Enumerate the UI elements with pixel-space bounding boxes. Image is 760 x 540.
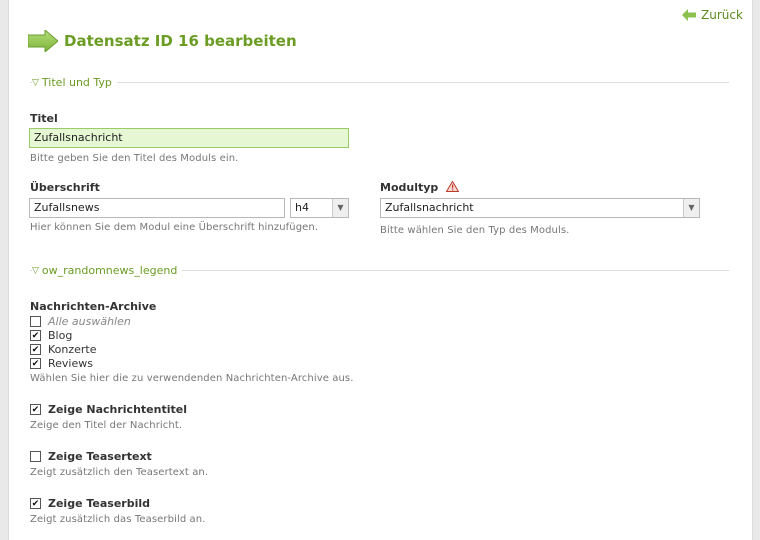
archive-help: Wählen Sie hier die zu verwendenden Nach… [30,373,354,384]
warning-icon [446,181,460,192]
archive-item-label: Blog [48,329,73,342]
back-arrow-icon [682,9,696,21]
archive-label: Nachrichten-Archive [30,300,157,313]
page-header: Datensatz ID 16 bearbeiten [28,30,297,52]
titel-label: Titel [30,112,58,125]
archive-checkbox[interactable] [30,344,41,355]
option-label: Zeige Nachrichtentitel [48,403,187,416]
modultyp-label: Modultyp [380,181,439,194]
option-checkbox[interactable] [30,498,41,509]
archive-checkbox[interactable] [30,330,41,341]
option-label: Zeige Teaserbild [48,497,151,510]
option-label: Zeige Teasertext [48,450,152,463]
select-all-checkbox[interactable] [30,316,41,327]
chevron-down-icon: ▼ [332,199,348,217]
modultyp-value: Zufallsnachricht [385,201,474,214]
collapse-triangle-icon: ▽ [32,77,39,88]
archive-item-label: Reviews [48,357,93,370]
edit-arrow-icon [28,30,58,52]
select-all-label: Alle auswählen [48,315,131,328]
select-all-row[interactable]: Alle auswählen [30,315,131,328]
collapse-triangle-icon: ▽ [32,265,39,276]
archive-item-konzerte[interactable]: Konzerte [30,343,97,356]
archive-checkbox[interactable] [30,358,41,369]
option-teaserbild[interactable]: Zeige Teaserbild [30,497,150,510]
option-checkbox[interactable] [30,451,41,462]
option-help: Zeigt zusätzlich den Teasertext an. [30,467,209,478]
section-legend-label: Titel und Typ [41,76,112,89]
section-legend-titel-typ[interactable]: ▽ Titel und Typ [32,76,117,89]
modultyp-help: Bitte wählen Sie den Typ des Moduls. [380,225,570,236]
section-divider [30,82,729,83]
option-help: Zeige den Titel der Nachricht. [30,420,183,431]
titel-input[interactable]: Zufallsnachricht [29,128,349,148]
back-link[interactable]: Zurück [682,8,743,22]
option-teasertext[interactable]: Zeige Teasertext [30,450,152,463]
back-link-label: Zurück [701,8,743,22]
ueberschrift-input[interactable]: Zufallsnews [29,198,285,218]
modultyp-select[interactable]: Zufallsnachricht ▼ [380,198,700,218]
ueberschrift-help: Hier können Sie dem Modul eine Überschri… [30,222,319,233]
heading-level-select[interactable]: h4 ▼ [290,198,349,218]
archive-item-reviews[interactable]: Reviews [30,357,93,370]
section-legend-randomnews[interactable]: ▽ ow_randomnews_legend [32,264,183,277]
chevron-down-icon: ▼ [683,199,699,217]
heading-level-value: h4 [295,201,309,214]
modultyp-label-wrap: Modultyp [380,181,460,194]
ueberschrift-label: Überschrift [30,181,100,194]
section-legend-label: ow_randomnews_legend [41,264,178,277]
option-help: Zeigt zusätzlich das Teaserbild an. [30,514,206,525]
archive-item-label: Konzerte [48,343,97,356]
option-nachrichtentitel[interactable]: Zeige Nachrichtentitel [30,403,187,416]
archive-item-blog[interactable]: Blog [30,329,72,342]
titel-help: Bitte geben Sie den Titel des Moduls ein… [30,153,239,164]
page-title: Datensatz ID 16 bearbeiten [64,32,297,50]
option-checkbox[interactable] [30,404,41,415]
